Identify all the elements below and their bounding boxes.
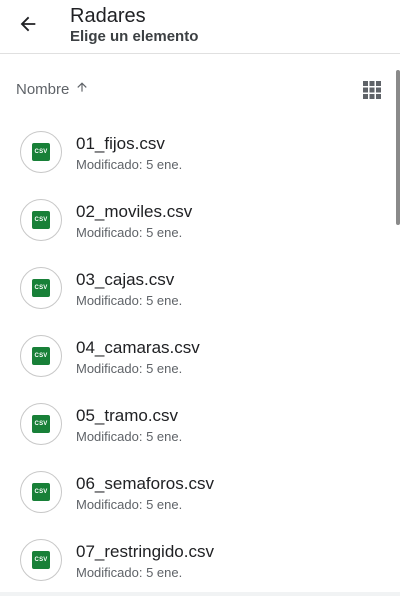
sort-label: Nombre	[16, 80, 70, 98]
grid-view-button[interactable]	[356, 78, 388, 106]
file-name: 07_restringido.csv	[76, 542, 214, 561]
list-item[interactable]: CSV 02_moviles.csv Modificado: 5 ene.	[0, 186, 392, 254]
csv-file-icon: CSV	[32, 347, 50, 365]
grid-view-icon	[363, 80, 381, 104]
app-header: Radares Elige un elemento	[0, 0, 400, 54]
csv-file-icon: CSV	[32, 211, 50, 229]
arrow-up-icon	[75, 80, 89, 98]
file-modified-date: Modificado: 5 ene.	[76, 565, 183, 580]
file-modified-date: Modificado: 5 ene.	[76, 157, 183, 172]
scrollbar[interactable]	[396, 70, 400, 225]
file-name: 01_fijos.csv	[76, 134, 165, 153]
csv-file-icon: CSV	[32, 551, 50, 569]
list-item[interactable]: CSV 06_semaforos.csv Modificado: 5 ene.	[0, 458, 392, 526]
file-modified-date: Modificado: 5 ene.	[76, 497, 183, 512]
list-item[interactable]: CSV 03_cajas.csv Modificado: 5 ene.	[0, 254, 392, 322]
file-icon-container: CSV	[20, 539, 62, 581]
csv-file-icon: CSV	[32, 279, 50, 297]
file-icon-container: CSV	[20, 199, 62, 241]
file-modified-date: Modificado: 5 ene.	[76, 293, 183, 308]
csv-file-icon: CSV	[32, 483, 50, 501]
list-item[interactable]: CSV 04_camaras.csv Modificado: 5 ene.	[0, 322, 392, 390]
file-list: CSV 01_fijos.csv Modificado: 5 ene. CSV …	[0, 118, 392, 594]
file-name: 05_tramo.csv	[76, 406, 179, 425]
list-item[interactable]: CSV 01_fijos.csv Modificado: 5 ene.	[0, 118, 392, 186]
page-subtitle: Elige un elemento	[70, 28, 199, 45]
list-item[interactable]: CSV 05_tramo.csv Modificado: 5 ene.	[0, 390, 392, 458]
file-icon-container: CSV	[20, 335, 62, 377]
bottom-edge	[0, 592, 400, 596]
file-name: 03_cajas.csv	[76, 270, 175, 289]
file-icon-container: CSV	[20, 403, 62, 445]
back-button[interactable]	[8, 6, 48, 46]
file-icon-container: CSV	[20, 471, 62, 513]
file-icon-container: CSV	[20, 267, 62, 309]
file-modified-date: Modificado: 5 ene.	[76, 429, 183, 444]
file-name: 02_moviles.csv	[76, 202, 193, 221]
list-item[interactable]: CSV 07_restringido.csv Modificado: 5 ene…	[0, 526, 392, 594]
sort-toolbar: Nombre	[0, 72, 400, 110]
sort-by-name-button[interactable]: Nombre	[16, 80, 89, 98]
file-icon-container: CSV	[20, 131, 62, 173]
file-modified-date: Modificado: 5 ene.	[76, 225, 183, 240]
file-name: 04_camaras.csv	[76, 338, 200, 357]
file-name: 06_semaforos.csv	[76, 474, 214, 493]
file-modified-date: Modificado: 5 ene.	[76, 361, 183, 376]
csv-file-icon: CSV	[32, 415, 50, 433]
arrow-back-icon	[17, 13, 39, 40]
csv-file-icon: CSV	[32, 143, 50, 161]
page-title: Radares	[70, 5, 146, 27]
file-picker-screen: Radares Elige un elemento Nombre CSV 01_…	[0, 0, 400, 596]
